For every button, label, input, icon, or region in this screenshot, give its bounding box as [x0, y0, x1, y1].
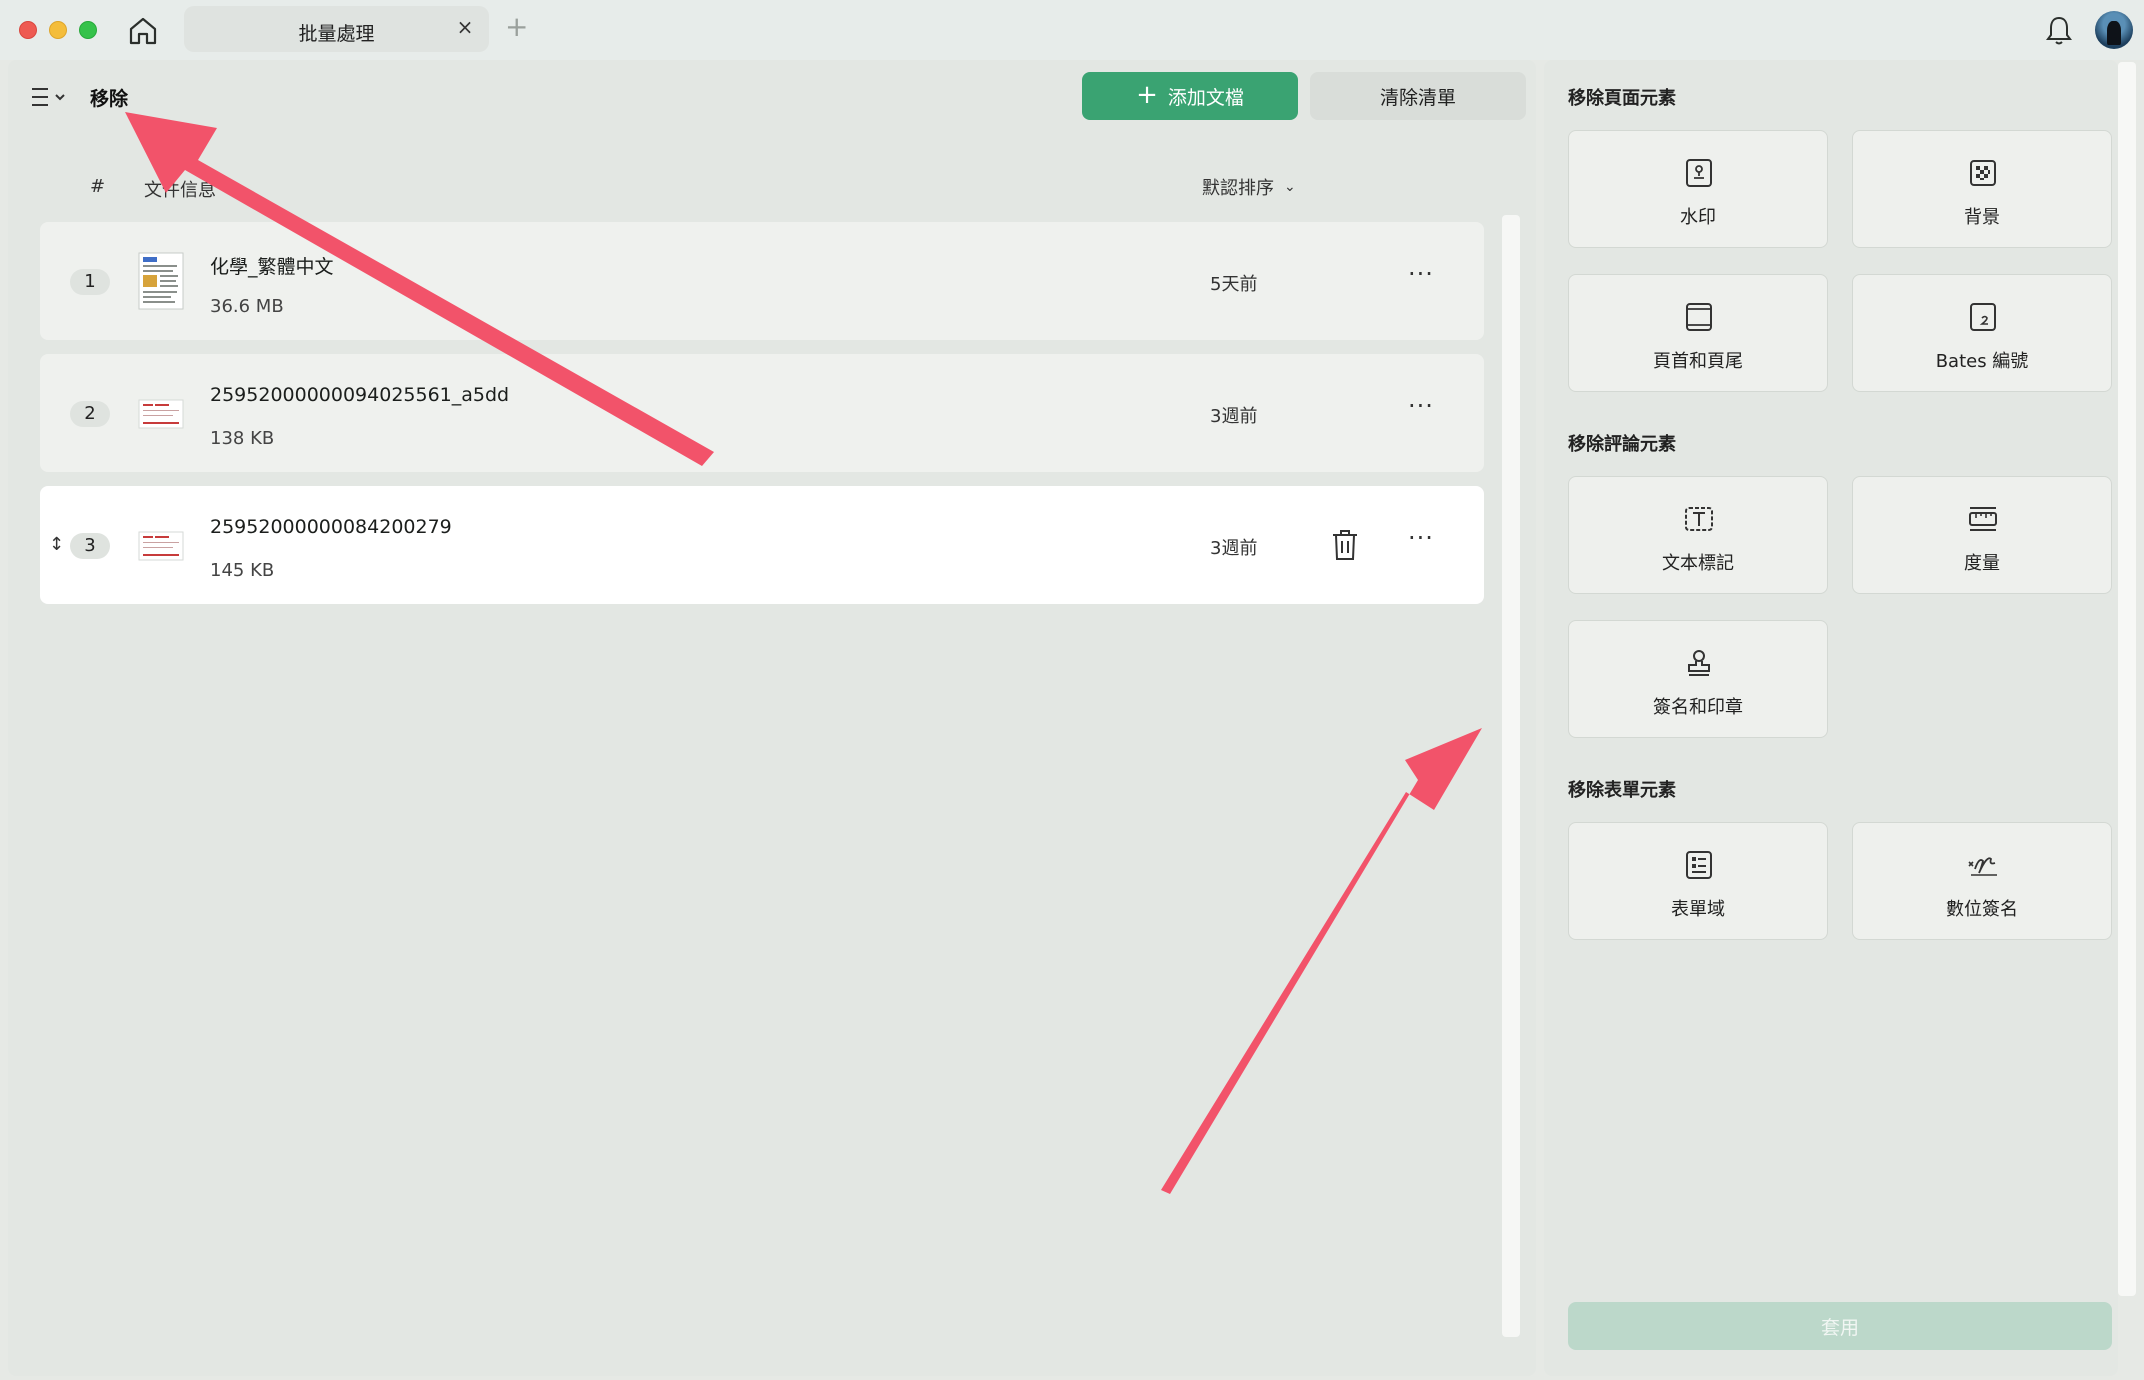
- sort-label: 默認排序: [1202, 178, 1274, 199]
- document-thumbnail-icon: [138, 399, 184, 429]
- form-field-icon: [1686, 851, 1712, 879]
- option-label: 背景: [1964, 207, 2000, 228]
- section-title-form-elements: 移除表單元素: [1568, 780, 1676, 801]
- file-size: 138 KB: [210, 428, 275, 449]
- file-row-1[interactable]: 1 化學_繁體中文 36.6 MB 5天前 ···: [40, 222, 1484, 340]
- column-number-header: #: [90, 176, 106, 197]
- apply-button[interactable]: 套用: [1568, 1302, 2112, 1350]
- section-title-comment-elements: 移除評論元素: [1568, 434, 1676, 455]
- add-document-label: 添加文檔: [1167, 86, 1244, 109]
- more-options-icon[interactable]: ···: [1408, 392, 1434, 420]
- chevron-down-icon: ⌄: [1284, 179, 1296, 195]
- background-icon: [1970, 160, 1996, 186]
- header-footer-icon: [1686, 303, 1712, 331]
- bates-number-icon: [1970, 303, 1996, 331]
- option-label: 數位簽名: [1946, 899, 2018, 920]
- list-scrollbar[interactable]: [1502, 215, 1520, 1337]
- file-row-3[interactable]: ↕ 3 25952000000084200279 145 KB 3週前 ···: [40, 486, 1484, 604]
- more-options-icon[interactable]: ···: [1408, 524, 1434, 552]
- column-info-header: 文件信息: [144, 180, 216, 201]
- file-size: 36.6 MB: [210, 296, 284, 317]
- option-text-markup[interactable]: 文本標記: [1568, 476, 1828, 594]
- zoom-window-button[interactable]: [79, 21, 97, 39]
- option-label: Bates 編號: [1935, 351, 2029, 372]
- file-modified-time: 3週前: [1210, 538, 1258, 559]
- option-label: 簽名和印章: [1653, 697, 1743, 718]
- file-name: 25952000000084200279: [210, 516, 452, 538]
- file-name: 化學_繁體中文: [210, 256, 334, 278]
- text-markup-icon: [1685, 507, 1713, 531]
- ruler-icon: [1969, 507, 1997, 531]
- option-label: 水印: [1680, 207, 1716, 228]
- option-measure[interactable]: 度量: [1852, 476, 2112, 594]
- app-window: 批量處理 × + 移除 + 添加文檔 清除清單 # 文件信息 默認排序 ⌄ 1 …: [0, 0, 2144, 1380]
- option-bates-numbering[interactable]: Bates 編號: [1852, 274, 2112, 392]
- document-thumbnail-icon: [138, 531, 184, 561]
- home-icon[interactable]: [126, 14, 160, 48]
- remove-options-panel: 移除頁面元素 水印 背景 頁首和頁尾 Bates 編號 移除評論元素 文本標記 …: [1544, 60, 2118, 1376]
- option-digital-signature[interactable]: 數位簽名: [1852, 822, 2112, 940]
- plus-icon: +: [1136, 80, 1158, 110]
- bell-icon[interactable]: [2044, 14, 2074, 46]
- menu-icon[interactable]: [30, 84, 70, 110]
- stamp-icon: [1688, 650, 1710, 676]
- option-label: 頁首和頁尾: [1653, 351, 1743, 372]
- minimize-window-button[interactable]: [49, 21, 67, 39]
- option-watermark[interactable]: 水印: [1568, 130, 1828, 248]
- drag-handle-icon[interactable]: ↕: [49, 534, 64, 555]
- file-size: 145 KB: [210, 560, 275, 581]
- title-bar: 批量處理 × +: [0, 0, 2144, 60]
- option-label: 文本標記: [1662, 553, 1734, 574]
- file-row-2[interactable]: 2 25952000000094025561_a5dd 138 KB 3週前 ·…: [40, 354, 1484, 472]
- file-modified-time: 5天前: [1210, 274, 1258, 295]
- tab-close-icon[interactable]: ×: [453, 15, 477, 39]
- side-scrollbar[interactable]: [2118, 62, 2136, 1296]
- option-label: 度量: [1964, 553, 2000, 574]
- more-options-icon[interactable]: ···: [1408, 260, 1434, 288]
- document-thumbnail-icon: [138, 252, 184, 310]
- option-signature-stamp[interactable]: 簽名和印章: [1568, 620, 1828, 738]
- option-background[interactable]: 背景: [1852, 130, 2112, 248]
- option-label: 表單域: [1671, 899, 1725, 920]
- sort-dropdown[interactable]: 默認排序 ⌄: [1202, 174, 1296, 200]
- trash-icon[interactable]: [1330, 528, 1360, 562]
- page-title: 移除: [90, 88, 129, 110]
- close-window-button[interactable]: [19, 21, 37, 39]
- option-header-footer[interactable]: 頁首和頁尾: [1568, 274, 1828, 392]
- file-modified-time: 3週前: [1210, 406, 1258, 427]
- avatar[interactable]: [2095, 11, 2133, 49]
- file-list-panel: 移除 + 添加文檔 清除清單 # 文件信息 默認排序 ⌄ 1 化學_繁體中文 3…: [8, 60, 1536, 1376]
- signature-icon: [1968, 857, 1997, 876]
- tab-batch-process[interactable]: 批量處理 ×: [184, 6, 489, 52]
- new-tab-button[interactable]: +: [505, 12, 528, 42]
- section-title-page-elements: 移除頁面元素: [1568, 88, 1676, 109]
- tab-label: 批量處理: [298, 23, 375, 45]
- row-number: 1: [70, 269, 110, 295]
- add-document-button[interactable]: + 添加文檔: [1082, 72, 1298, 120]
- row-number: 3: [70, 533, 110, 559]
- watermark-icon: [1686, 159, 1712, 187]
- row-number: 2: [70, 401, 110, 427]
- option-form-field[interactable]: 表單域: [1568, 822, 1828, 940]
- clear-list-button[interactable]: 清除清單: [1310, 72, 1526, 120]
- file-name: 25952000000094025561_a5dd: [210, 384, 510, 406]
